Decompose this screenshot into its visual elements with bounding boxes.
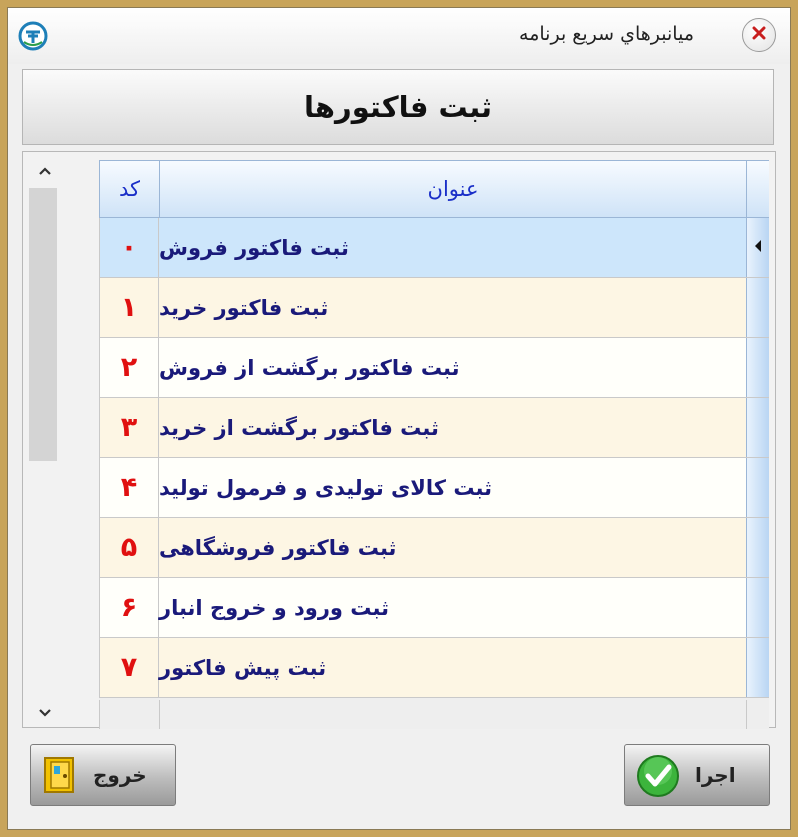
chevron-down-icon (37, 704, 53, 723)
row-code: ۳ (99, 398, 159, 457)
row-indicator (746, 398, 769, 457)
table-row[interactable]: ۰ ثبت فاکتور فروش (99, 218, 769, 278)
close-button[interactable] (742, 18, 776, 52)
row-indicator (746, 278, 769, 337)
scroll-down-button[interactable] (31, 700, 59, 726)
row-indicator (746, 578, 769, 637)
empty-grid-area (99, 700, 769, 729)
app-logo-icon (18, 21, 48, 51)
close-icon (750, 24, 768, 46)
table-row[interactable]: ۶ ثبت ورود و خروج انبار (99, 578, 769, 638)
table-row[interactable]: ۲ ثبت فاکتور برگشت از فروش (99, 338, 769, 398)
shortcut-table: کد عنوان ۰ ثبت فاکتور فروش ۱ ثبت فاکتور … (99, 160, 769, 729)
table-row[interactable]: ۳ ثبت فاکتور برگشت از خرید (99, 398, 769, 458)
window-title: ميانبرهاي سريع برنامه (519, 23, 694, 45)
scroll-up-button[interactable] (31, 158, 59, 184)
row-code: ۲ (99, 338, 159, 397)
row-title: ثبت فاکتور فروشگاهی (159, 535, 397, 560)
row-indicator (746, 218, 769, 277)
row-title: ثبت کالای تولیدی و فرمول تولید (159, 475, 493, 500)
title-bar: ميانبرهاي سريع برنامه (8, 8, 790, 64)
shortcuts-window: ميانبرهاي سريع برنامه ثبت فاکتورها کد عن… (7, 7, 791, 830)
row-code: ۰ (99, 218, 159, 277)
row-title: ثبت پیش فاکتور (159, 655, 327, 680)
table-row[interactable]: ۵ ثبت فاکتور فروشگاهی (99, 518, 769, 578)
row-indicator (746, 518, 769, 577)
checkmark-icon (635, 753, 681, 803)
table-row[interactable]: ۱ ثبت فاکتور خرید (99, 278, 769, 338)
row-title: ثبت ورود و خروج انبار (159, 595, 389, 620)
row-indicator (746, 638, 769, 697)
table-row[interactable]: ۴ ثبت کالای تولیدی و فرمول تولید (99, 458, 769, 518)
scrollbar-thumb[interactable] (29, 188, 57, 461)
table-header: کد عنوان (99, 160, 769, 218)
exit-button[interactable]: خروج (30, 744, 176, 806)
button-bar: خروج اجرا (22, 736, 778, 822)
run-button[interactable]: اجرا (624, 744, 770, 806)
vertical-scrollbar[interactable] (25, 154, 67, 724)
row-code: ۱ (99, 278, 159, 337)
row-title: ثبت فاکتور برگشت از خرید (159, 415, 439, 440)
shortcut-grid: کد عنوان ۰ ثبت فاکتور فروش ۱ ثبت فاکتور … (22, 151, 776, 729)
column-header-code[interactable]: کد (99, 161, 159, 217)
row-indicator (746, 458, 769, 517)
row-pointer-icon (753, 238, 763, 257)
row-title: ثبت فاکتور برگشت از فروش (159, 355, 460, 380)
row-code: ۴ (99, 458, 159, 517)
section-header: ثبت فاکتورها (22, 69, 774, 145)
row-title: ثبت فاکتور فروش (159, 235, 349, 260)
row-indicator (746, 338, 769, 397)
exit-door-icon (43, 754, 79, 800)
row-code: ۷ (99, 638, 159, 697)
column-header-indicator (746, 161, 769, 217)
table-row[interactable]: ۷ ثبت پیش فاکتور (99, 638, 769, 698)
row-title: ثبت فاکتور خرید (159, 295, 329, 320)
row-code: ۵ (99, 518, 159, 577)
page-title: ثبت فاکتورها (304, 90, 492, 124)
chevron-up-icon (37, 162, 53, 181)
column-header-title[interactable]: عنوان (159, 161, 746, 217)
exit-button-label: خروج (93, 763, 147, 787)
row-code: ۶ (99, 578, 159, 637)
run-button-label: اجرا (695, 763, 736, 787)
